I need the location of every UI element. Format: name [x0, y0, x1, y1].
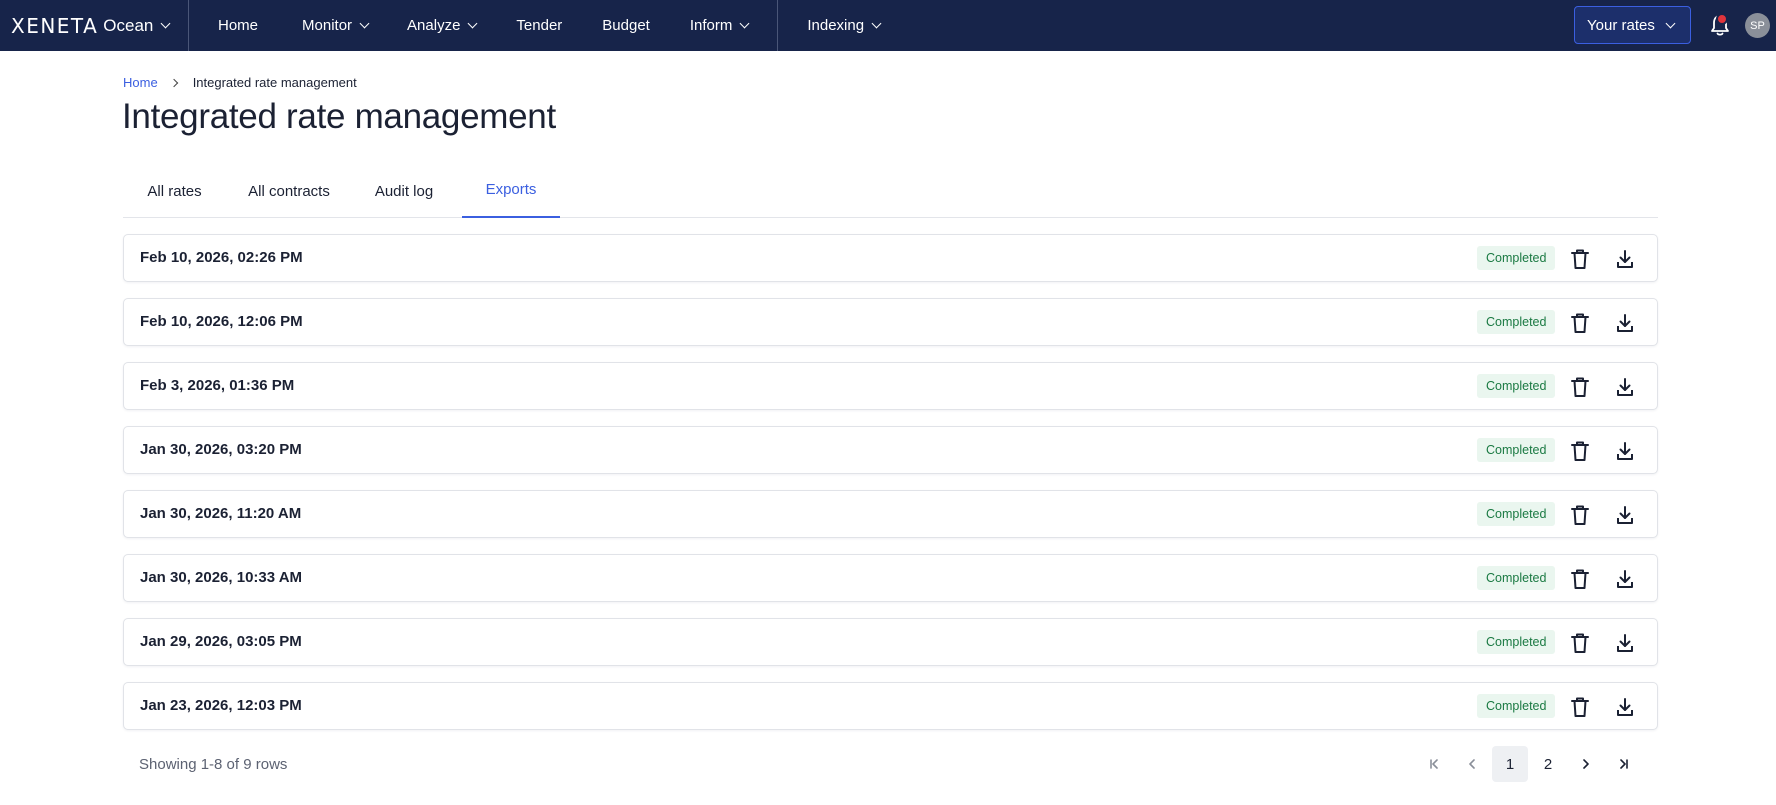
export-row: Jan 30, 2026, 11:20 AM Completed [123, 490, 1658, 538]
chevron-down-icon [871, 18, 882, 29]
nav-tender[interactable]: Tender [516, 0, 562, 51]
tab-all-rates[interactable]: All rates [123, 165, 226, 218]
download-icon[interactable] [1612, 566, 1638, 592]
status-badge: Completed [1477, 694, 1556, 718]
breadcrumb-current: Integrated rate management [192, 75, 357, 90]
xeneta-logo: XENETA [11, 13, 99, 38]
product-name: Ocean [103, 15, 154, 35]
tab-exports-label: Exports [485, 181, 537, 198]
export-row: Jan 30, 2026, 10:33 AM Completed [123, 554, 1658, 602]
page-2-button[interactable]: 2 [1530, 746, 1566, 782]
main-menu: Home Monitor Analyze Tender Budget Infor… [189, 0, 882, 51]
status-badge: Completed [1477, 502, 1556, 526]
nav-budget-label: Budget [602, 17, 650, 34]
trash-icon[interactable] [1567, 374, 1593, 400]
download-icon[interactable] [1612, 438, 1638, 464]
download-icon[interactable] [1612, 694, 1638, 720]
trash-icon[interactable] [1567, 630, 1593, 656]
first-page-button[interactable] [1416, 746, 1452, 782]
your-rates-label: Your rates [1587, 16, 1655, 34]
export-row: Feb 10, 2026, 02:26 PM Completed [123, 234, 1658, 282]
export-row: Feb 10, 2026, 12:06 PM Completed [123, 298, 1658, 346]
export-date: Jan 29, 2026, 03:05 PM [140, 633, 302, 650]
export-date: Feb 10, 2026, 02:26 PM [140, 249, 303, 266]
nav-monitor-label: Monitor [302, 17, 353, 34]
product-switcher[interactable]: XENETA Ocean [0, 0, 189, 51]
status-badge: Completed [1477, 438, 1556, 462]
download-icon[interactable] [1612, 310, 1638, 336]
status-badge: Completed [1477, 246, 1556, 270]
nav-monitor[interactable]: Monitor [302, 0, 370, 51]
nav-inform-label: Inform [689, 17, 733, 34]
exports-list: Feb 10, 2026, 02:26 PM Completed Feb 10,… [123, 234, 1658, 746]
chevron-down-icon [467, 18, 478, 29]
tab-exports[interactable]: Exports [462, 165, 560, 218]
nav-home-label: Home [218, 17, 259, 34]
chevron-right-icon [169, 78, 178, 87]
download-icon[interactable] [1612, 502, 1638, 528]
export-date: Jan 30, 2026, 10:33 AM [140, 569, 303, 586]
next-page-button[interactable] [1568, 746, 1604, 782]
chevron-down-icon [1665, 18, 1676, 28]
tab-audit-log-label: Audit log [374, 183, 434, 200]
export-row: Jan 23, 2026, 12:03 PM Completed [123, 682, 1658, 730]
chevron-down-icon [160, 18, 171, 29]
chevron-down-icon [739, 18, 750, 29]
table-footer: Showing 1-8 of 9 rows 1 2 [123, 745, 1658, 783]
avatar[interactable]: SP [1745, 13, 1770, 38]
top-navigation: XENETA Ocean Home Monitor Analyze Tender… [0, 0, 1776, 51]
tab-all-rates-label: All rates [147, 183, 202, 200]
export-date: Jan 23, 2026, 12:03 PM [140, 697, 302, 714]
notification-dot [1716, 13, 1728, 25]
previous-page-button[interactable] [1454, 746, 1490, 782]
tab-all-contracts-label: All contracts [248, 183, 330, 200]
trash-icon[interactable] [1567, 310, 1593, 336]
nav-tender-label: Tender [516, 17, 563, 34]
tab-audit-log[interactable]: Audit log [352, 165, 456, 218]
nav-budget[interactable]: Budget [602, 0, 650, 51]
chevron-down-icon [359, 18, 370, 29]
status-badge: Completed [1477, 374, 1556, 398]
trash-icon[interactable] [1567, 246, 1593, 272]
export-row: Jan 29, 2026, 03:05 PM Completed [123, 618, 1658, 666]
trash-icon[interactable] [1567, 566, 1593, 592]
trash-icon[interactable] [1567, 438, 1593, 464]
nav-analyze-label: Analyze [407, 17, 461, 34]
status-badge: Completed [1477, 310, 1556, 334]
nav-indexing-label: Indexing [807, 17, 865, 34]
trash-icon[interactable] [1567, 694, 1593, 720]
download-icon[interactable] [1612, 374, 1638, 400]
your-rates-button[interactable]: Your rates [1574, 6, 1691, 44]
nav-home[interactable]: Home [218, 0, 258, 51]
last-page-button[interactable] [1606, 746, 1642, 782]
row-count-text: Showing 1-8 of 9 rows [139, 756, 288, 773]
breadcrumb: Home Integrated rate management [123, 75, 357, 90]
export-row: Jan 30, 2026, 03:20 PM Completed [123, 426, 1658, 474]
export-row: Feb 3, 2026, 01:36 PM Completed [123, 362, 1658, 410]
page-1-button[interactable]: 1 [1492, 746, 1528, 782]
breadcrumb-home[interactable]: Home [123, 75, 158, 90]
nav-analyze[interactable]: Analyze [407, 0, 478, 51]
status-badge: Completed [1477, 566, 1556, 590]
tab-all-contracts[interactable]: All contracts [226, 165, 352, 218]
nav-divider [777, 0, 779, 51]
tab-bar: All rates All contracts Audit log Export… [123, 165, 1658, 218]
download-icon[interactable] [1612, 246, 1638, 272]
nav-indexing[interactable]: Indexing [807, 0, 882, 51]
trash-icon[interactable] [1567, 502, 1593, 528]
pagination: 1 2 [1414, 745, 1642, 783]
export-date: Jan 30, 2026, 11:20 AM [140, 505, 302, 522]
page-title: Integrated rate management [122, 97, 556, 136]
status-badge: Completed [1477, 630, 1556, 654]
export-date: Feb 3, 2026, 01:36 PM [140, 377, 295, 394]
nav-inform[interactable]: Inform [689, 0, 750, 51]
export-date: Jan 30, 2026, 03:20 PM [140, 441, 302, 458]
download-icon[interactable] [1612, 630, 1638, 656]
export-date: Feb 10, 2026, 12:06 PM [140, 313, 303, 330]
